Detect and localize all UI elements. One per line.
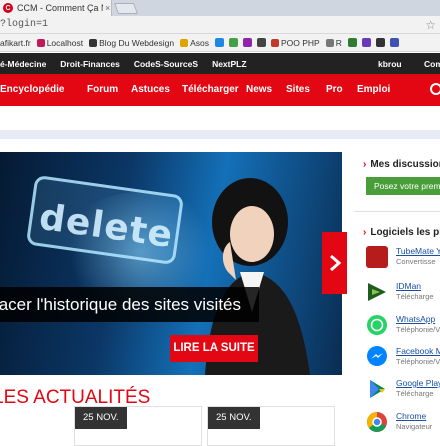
date-badge: 25 NOV. [208,407,260,429]
software-category: Téléphonie/V [396,325,440,334]
nav-item-forum[interactable]: Forum [87,84,118,95]
site-network-bar: é-Médecine Droit-Finances CodeS-SourceS … [0,53,440,74]
google-play-icon [370,380,385,398]
date-badge: 25 NOV. [75,407,127,429]
tab-title: CCM - Comment Ça Mar [17,3,103,13]
nav-item-pro[interactable]: Pro [326,84,343,95]
software-item[interactable]: Google Play Télécharge [366,378,440,408]
hero-caption-text: facer l'historique des sites visités [0,295,242,314]
nav-item-encyclopedie[interactable]: Encyclopédie [0,84,64,95]
bookmark-icon[interactable] [242,38,252,47]
news-card[interactable]: 25 NOV. [207,406,335,446]
software-item[interactable]: Facebook Me Téléphonie/V [366,346,440,376]
bookmarks-bar: afikart.fr Localhost Blog Du Webdesign A… [0,34,440,52]
read-more-button[interactable]: LIRE LA SUITE [170,335,258,362]
hero-caption[interactable]: facer l'historique des sites visités [0,287,259,322]
software-item[interactable]: TubeMate Yo Convertisse [366,246,440,276]
software-name[interactable]: IDMan [396,281,421,291]
news-card[interactable]: 25 NOV. [74,406,202,446]
idman-icon [368,283,386,301]
bookmark-icon[interactable] [389,38,399,47]
bookmark-icon[interactable] [256,38,266,47]
software-item[interactable]: Chrome Navigateur [366,411,440,441]
bookmark-icon [270,38,279,47]
bookmark-item[interactable]: Localhost [36,37,84,48]
bookmark-icon[interactable] [214,38,224,47]
software-name[interactable]: Chrome [396,411,426,421]
sidebar-divider [354,211,440,212]
tab-close-icon[interactable]: × [105,3,110,13]
software-title: ›Logiciels les plu [363,227,440,238]
user-menu[interactable]: kbrou [378,59,402,69]
chevron-right-icon[interactable] [322,232,347,294]
bookmark-item[interactable]: afikart.fr [0,38,31,48]
software-item[interactable]: WhatsApp Téléphonie/V [366,314,440,344]
ask-question-button[interactable]: Posez votre prem [366,177,440,195]
address-bar[interactable]: ?login=1 ☆ [0,16,440,34]
community-link[interactable]: Com [424,59,440,69]
divider-band [0,130,440,139]
bookmark-icon[interactable] [375,38,385,47]
whatsapp-icon [367,315,387,335]
messenger-icon [367,346,387,366]
software-category: Télécharge [396,389,434,398]
discussions-title: › Mes discussion [363,159,440,170]
bookmark-icon[interactable] [347,38,357,47]
software-category: Convertisse [396,257,436,266]
tubemate-icon [366,246,388,268]
nav-item-sites[interactable]: Sites [286,84,310,95]
ccm-favicon-icon: C [3,3,13,13]
bookmark-item[interactable]: Asos [180,38,209,48]
bookmark-icon [89,38,98,47]
browser-tab-strip: C CCM - Comment Ça Mar × [0,0,440,16]
chrome-icon [367,412,387,432]
new-tab-button[interactable] [113,3,139,14]
star-icon[interactable]: ☆ [425,18,436,32]
main-nav: Encyclopédie Forum Astuces Télécharger N… [0,74,440,106]
bookmark-icon[interactable] [361,38,371,47]
software-item[interactable]: IDMan Télécharge [366,281,440,311]
bookmark-label: R [335,37,342,48]
network-link[interactable]: é-Médecine [0,59,46,69]
bookmark-icon [325,38,334,47]
software-category: Navigateur [396,422,433,431]
software-name[interactable]: Facebook Me [396,346,440,356]
nav-item-news[interactable]: News [246,84,272,95]
nav-item-emploi[interactable]: Emploi [357,84,390,95]
nav-item-telecharger[interactable]: Télécharger [182,84,239,95]
bookmark-label: Asos [190,37,209,48]
bookmark-item[interactable]: Blog Du Webdesign [89,38,174,48]
software-name[interactable]: Google Play [396,378,440,388]
network-link[interactable]: NextPLZ [212,59,246,69]
bookmark-label: POO PHP [280,37,320,48]
software-category: Téléphonie/V [396,357,440,366]
bookmark-icon[interactable] [228,38,238,47]
software-name[interactable]: WhatsApp [396,314,435,324]
folder-icon [180,38,189,47]
browser-tab[interactable]: C CCM - Comment Ça Mar × [0,0,112,16]
bookmark-icon [36,38,45,47]
nav-item-astuces[interactable]: Astuces [131,84,170,95]
network-link[interactable]: CodeS-SourceS [134,59,198,69]
bookmark-label: afikart.fr [0,37,31,48]
software-name[interactable]: TubeMate Yo [396,246,440,256]
bookmark-label: Localhost [46,37,84,48]
software-category: Télécharge [396,292,434,301]
network-link[interactable]: Droit-Finances [60,59,120,69]
url-text[interactable]: ?login=1 [0,19,48,30]
search-icon[interactable] [430,83,440,95]
bookmark-item[interactable]: R [325,37,342,48]
bookmark-item[interactable]: POO PHP [270,37,320,48]
bookmark-label: Blog Du Webdesign [99,37,175,48]
